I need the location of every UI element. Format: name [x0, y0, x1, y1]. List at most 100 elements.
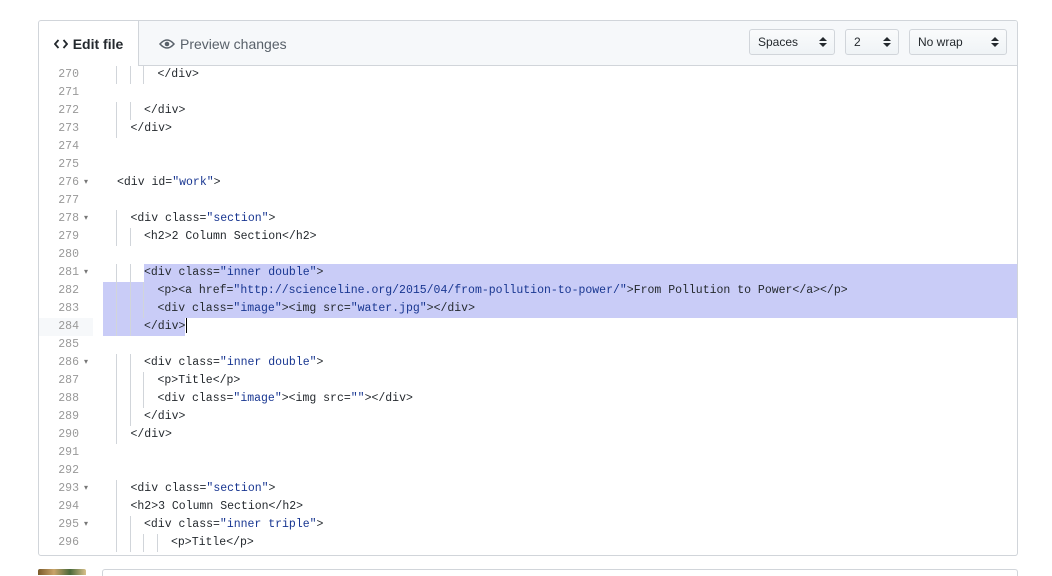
line-number: 296 [39, 534, 93, 552]
fold-caret-icon[interactable]: ▾ [84, 264, 88, 282]
avatar [38, 569, 86, 575]
tab-edit-file-label: Edit file [72, 35, 124, 52]
code-line[interactable]: 290 </div> [39, 426, 1017, 444]
indent-guide [116, 120, 117, 138]
indent-guide [116, 210, 117, 228]
indent-guide [116, 264, 117, 282]
code-line[interactable]: 293 ▾ <div class="section"> [39, 480, 1017, 498]
code-line[interactable]: 284 </div> [39, 318, 1017, 336]
code-line[interactable]: 273 </div> [39, 120, 1017, 138]
code-text: <div class="image"><img src="water.jpg">… [157, 302, 475, 315]
code-area[interactable]: 270 </div> 271 272 </div> 273 </div> 274 275 276 ▾… [39, 66, 1017, 555]
code-line[interactable]: 291 [39, 444, 1017, 462]
indent-guide [129, 66, 131, 84]
line-number-text: 291 [58, 446, 79, 459]
fold-caret-icon[interactable]: ▾ [84, 354, 88, 372]
line-number-text: 286 [58, 356, 79, 369]
code-text: <h2>3 Column Section</h2> [130, 500, 304, 513]
fold-caret-icon[interactable]: ▾ [84, 480, 88, 498]
code-line[interactable]: 288 <div class="image"><img src=""></div> [39, 390, 1017, 408]
tab-edit-file[interactable]: Edit file [39, 21, 139, 66]
indent-guide [116, 372, 117, 390]
code-text: </div> [144, 410, 186, 423]
indent-guide [156, 534, 158, 552]
code-line[interactable]: 285 [39, 336, 1017, 354]
indent-size-value: 2 [854, 35, 861, 49]
code-text: <div class="inner triple"> [144, 518, 324, 531]
line-number: 290 [39, 426, 93, 444]
line-number-text: 284 [58, 320, 79, 333]
code-line[interactable]: 271 [39, 84, 1017, 102]
line-number-text: 293 [58, 482, 79, 495]
code-line[interactable]: 270 </div> [39, 66, 1017, 84]
indent-guide [129, 282, 131, 300]
indent-mode-select[interactable]: Spaces [749, 29, 835, 55]
code-line[interactable]: 280 [39, 246, 1017, 264]
fold-caret-icon[interactable]: ▾ [84, 174, 88, 192]
fold-caret-icon[interactable]: ▾ [84, 516, 88, 534]
fold-caret-icon[interactable]: ▾ [84, 210, 88, 228]
line-number-text: 278 [58, 212, 79, 225]
line-number: 271 [39, 84, 93, 102]
line-number-text: 279 [58, 230, 79, 243]
line-number: 270 [39, 66, 93, 84]
line-number-text: 295 [58, 518, 79, 531]
indent-guide [116, 390, 117, 408]
code-text: <p><a href="http://scienceline.org/2015/… [157, 284, 848, 297]
code-line[interactable]: 283 <div class="image"><img src="water.jp… [39, 300, 1017, 318]
indent-guide [129, 102, 131, 120]
line-number-text: 275 [58, 158, 79, 171]
wrap-mode-value: No wrap [918, 35, 963, 49]
code-line[interactable]: 289 </div> [39, 408, 1017, 426]
code-line[interactable]: 292 [39, 462, 1017, 480]
code-line[interactable]: 294 <h2>3 Column Section</h2> [39, 498, 1017, 516]
code-line[interactable]: 272 </div> [39, 102, 1017, 120]
line-number-text: 270 [58, 68, 79, 81]
code-line[interactable]: 296 <p>Title</p> [39, 534, 1017, 552]
code-line[interactable]: 281 ▾ <div class="inner double"> [39, 264, 1017, 282]
text-cursor [186, 318, 188, 334]
indent-guide [129, 318, 131, 336]
tab-preview-changes[interactable]: Preview changes [159, 21, 287, 66]
code-line[interactable]: 274 [39, 138, 1017, 156]
line-number: 293 ▾ [39, 480, 93, 498]
line-number-text: 277 [58, 194, 79, 207]
line-number: 292 [39, 462, 93, 480]
code-line[interactable]: 276 ▾ <div id="work"> [39, 174, 1017, 192]
line-number: 275 [39, 156, 93, 174]
code-line[interactable]: 275 [39, 156, 1017, 174]
line-number: 291 [39, 444, 93, 462]
line-number: 276 ▾ [39, 174, 93, 192]
code-text: <div id="work"> [117, 176, 221, 189]
wrap-mode-select[interactable]: No wrap [909, 29, 1007, 55]
code-line[interactable]: 278 ▾ <div class="section"> [39, 210, 1017, 228]
indent-guide [129, 516, 131, 534]
line-number: 278 ▾ [39, 210, 93, 228]
line-number: 284 [39, 318, 93, 336]
commit-box [102, 569, 1018, 576]
indent-guide [143, 534, 144, 552]
code-line[interactable]: 286 ▾ <div class="inner double"> [39, 354, 1017, 372]
code-line[interactable]: 295 ▾ <div class="inner triple"> [39, 516, 1017, 534]
indent-mode-value: Spaces [758, 35, 799, 49]
line-number-text: 288 [58, 392, 79, 405]
code-text: <p>Title</p> [171, 536, 254, 549]
line-number: 272 [39, 102, 93, 120]
indent-size-select[interactable]: 2 [845, 29, 899, 55]
code-line[interactable]: 287 <p>Title</p> [39, 372, 1017, 390]
line-number: 282 [39, 282, 93, 300]
line-number: 287 [39, 372, 93, 390]
code-line[interactable]: 279 <h2>2 Column Section</h2> [39, 228, 1017, 246]
code-text: </div> [130, 122, 172, 135]
code-line[interactable]: 277 [39, 192, 1017, 210]
indent-guide [116, 516, 117, 534]
code-line[interactable]: 282 <p><a href="http://scienceline.org/20… [39, 282, 1017, 300]
indent-guide [143, 390, 144, 408]
line-number: 279 [39, 228, 93, 246]
code-text: </div> [157, 68, 199, 81]
code-text: <div class="inner double"> [144, 266, 324, 279]
indent-guide [143, 372, 144, 390]
line-number-text: 290 [58, 428, 79, 441]
indent-guide [116, 282, 117, 300]
line-number: 283 [39, 300, 93, 318]
